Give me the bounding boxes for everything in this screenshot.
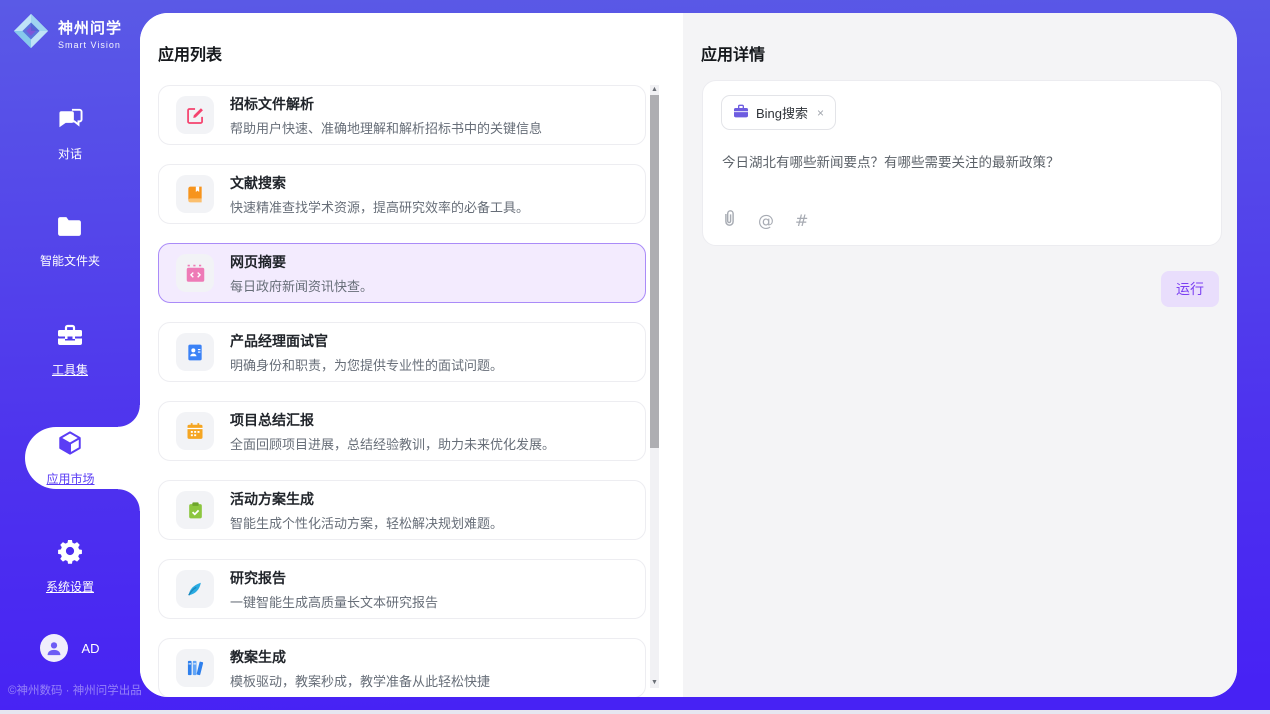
app-card-4[interactable]: 项目总结汇报全面回顾项目进展，总结经验教训，助力未来优化发展。 [158, 401, 646, 461]
book-icon [176, 175, 214, 213]
browser-icon [176, 254, 214, 292]
toolbox-icon [56, 323, 84, 352]
app-list-title: 应用列表 [158, 41, 222, 65]
sidebar-item-label: 智能文件夹 [40, 252, 100, 269]
question-text[interactable]: 今日湖北有哪些新闻要点？有哪些需要关注的最新政策？ [722, 151, 1205, 171]
sidebar-item-2-toolbox[interactable]: 工具集 [0, 319, 140, 381]
sidebar: 神州问学 Smart Vision 对话智能文件夹工具集应用市场系统设置 AD … [0, 0, 140, 710]
app-detail-panel: 应用详情 Bing搜索 × 今日湖北有哪些新闻要点？有哪些需要关注的最新政策？ [683, 13, 1237, 697]
app-card-description: 快速精准查找学术资源，提高研究效率的必备工具。 [230, 197, 529, 216]
app-card-7[interactable]: 教案生成模板驱动，教案秒成，教学准备从此轻松快捷 [158, 638, 646, 697]
pen-icon [176, 570, 214, 608]
tool-tag-bing-search[interactable]: Bing搜索 × [721, 95, 836, 130]
sidebar-item-3-cube[interactable]: 应用市场 [25, 427, 140, 489]
app-list: 招标文件解析帮助用户快速、准确地理解和解析招标书中的关键信息文献搜索快速精准查找… [158, 85, 646, 697]
brand-diamond-icon [12, 12, 50, 55]
clipboard-check-icon [176, 491, 214, 529]
sidebar-item-4-gear[interactable]: 系统设置 [0, 535, 140, 597]
sidebar-item-label: 系统设置 [46, 578, 94, 595]
brand-subtitle: Smart Vision [58, 40, 122, 50]
user-initials: AD [81, 641, 99, 656]
brand-name: 神州问学 [58, 17, 122, 38]
app-card-name: 产品经理面试官 [230, 331, 503, 351]
sidebar-item-label: 对话 [58, 145, 82, 162]
app-card-0[interactable]: 招标文件解析帮助用户快速、准确地理解和解析招标书中的关键信息 [158, 85, 646, 145]
app-card-description: 帮助用户快速、准确地理解和解析招标书中的关键信息 [230, 118, 542, 137]
tool-tag-label: Bing搜索 [756, 103, 808, 122]
sidebar-item-label: 工具集 [52, 361, 88, 378]
app-card-name: 网页摘要 [230, 252, 373, 272]
sidebar-bottom: AD ©神州数码 · 神州问学出品 [0, 634, 140, 710]
scroll-down-icon[interactable]: ▼ [650, 678, 659, 688]
interviewer-icon [176, 333, 214, 371]
app-card-name: 活动方案生成 [230, 489, 503, 509]
cube-icon [57, 430, 83, 461]
bottom-strip [0, 710, 1270, 714]
books-icon [176, 649, 214, 687]
app-card-name: 研究报告 [230, 568, 438, 588]
run-button[interactable]: 运行 [1161, 271, 1219, 307]
copyright-text: ©神州数码 · 神州问学出品 [0, 682, 140, 698]
close-icon[interactable]: × [817, 106, 824, 120]
edit-icon [176, 96, 214, 134]
app-card-description: 智能生成个性化活动方案，轻松解决规划难题。 [230, 513, 503, 532]
sidebar-item-0-chat[interactable]: 对话 [0, 103, 140, 165]
app-list-panel: 应用列表 招标文件解析帮助用户快速、准确地理解和解析招标书中的关键信息文献搜索快… [140, 13, 683, 697]
scroll-up-icon[interactable]: ▲ [650, 85, 659, 95]
paperclip-icon[interactable] [722, 209, 737, 232]
prompt-card: Bing搜索 × 今日湖北有哪些新闻要点？有哪些需要关注的最新政策？ @ # [702, 80, 1222, 246]
app-card-description: 全面回顾项目进展，总结经验教训，助力未来优化发展。 [230, 434, 555, 453]
sidebar-nav: 对话智能文件夹工具集应用市场系统设置 [0, 103, 140, 643]
brand-logo: 神州问学 Smart Vision [12, 12, 134, 55]
app-card-name: 招标文件解析 [230, 94, 542, 114]
app-detail-title: 应用详情 [701, 41, 765, 65]
hash-icon[interactable]: # [795, 211, 808, 230]
app-card-6[interactable]: 研究报告一键智能生成高质量长文本研究报告 [158, 559, 646, 619]
app-card-description: 模板驱动，教案秒成，教学准备从此轻松快捷 [230, 671, 490, 690]
app-card-2[interactable]: 网页摘要每日政府新闻资讯快查。 [158, 243, 646, 303]
app-card-name: 文献搜索 [230, 173, 529, 193]
app-card-3[interactable]: 产品经理面试官明确身份和职责，为您提供专业性的面试问题。 [158, 322, 646, 382]
app-card-5[interactable]: 活动方案生成智能生成个性化活动方案，轻松解决规划难题。 [158, 480, 646, 540]
composer-toolbar: @ # [722, 209, 808, 232]
chat-icon [57, 106, 84, 136]
briefcase-icon [733, 104, 749, 121]
app-card-description: 每日政府新闻资讯快查。 [230, 276, 373, 295]
app-card-1[interactable]: 文献搜索快速精准查找学术资源，提高研究效率的必备工具。 [158, 164, 646, 224]
sidebar-item-1-folder[interactable]: 智能文件夹 [0, 211, 140, 273]
at-icon[interactable]: @ [758, 211, 774, 230]
app-card-description: 一键智能生成高质量长文本研究报告 [230, 592, 438, 611]
app-card-description: 明确身份和职责，为您提供专业性的面试问题。 [230, 355, 503, 374]
sidebar-item-label: 应用市场 [46, 470, 94, 487]
gear-icon [57, 538, 83, 569]
folder-icon [56, 215, 83, 243]
content-frame: 应用列表 招标文件解析帮助用户快速、准确地理解和解析招标书中的关键信息文献搜索快… [140, 13, 1237, 697]
run-row: 运行 [1161, 271, 1219, 307]
user-icon [45, 639, 63, 657]
app-card-name: 项目总结汇报 [230, 410, 555, 430]
app-card-name: 教案生成 [230, 647, 490, 667]
avatar[interactable] [40, 634, 68, 662]
user-row[interactable]: AD [0, 634, 140, 662]
calendar-icon [176, 412, 214, 450]
scrollbar-thumb[interactable] [650, 95, 659, 448]
scrollbar[interactable]: ▲ ▼ [650, 85, 659, 688]
